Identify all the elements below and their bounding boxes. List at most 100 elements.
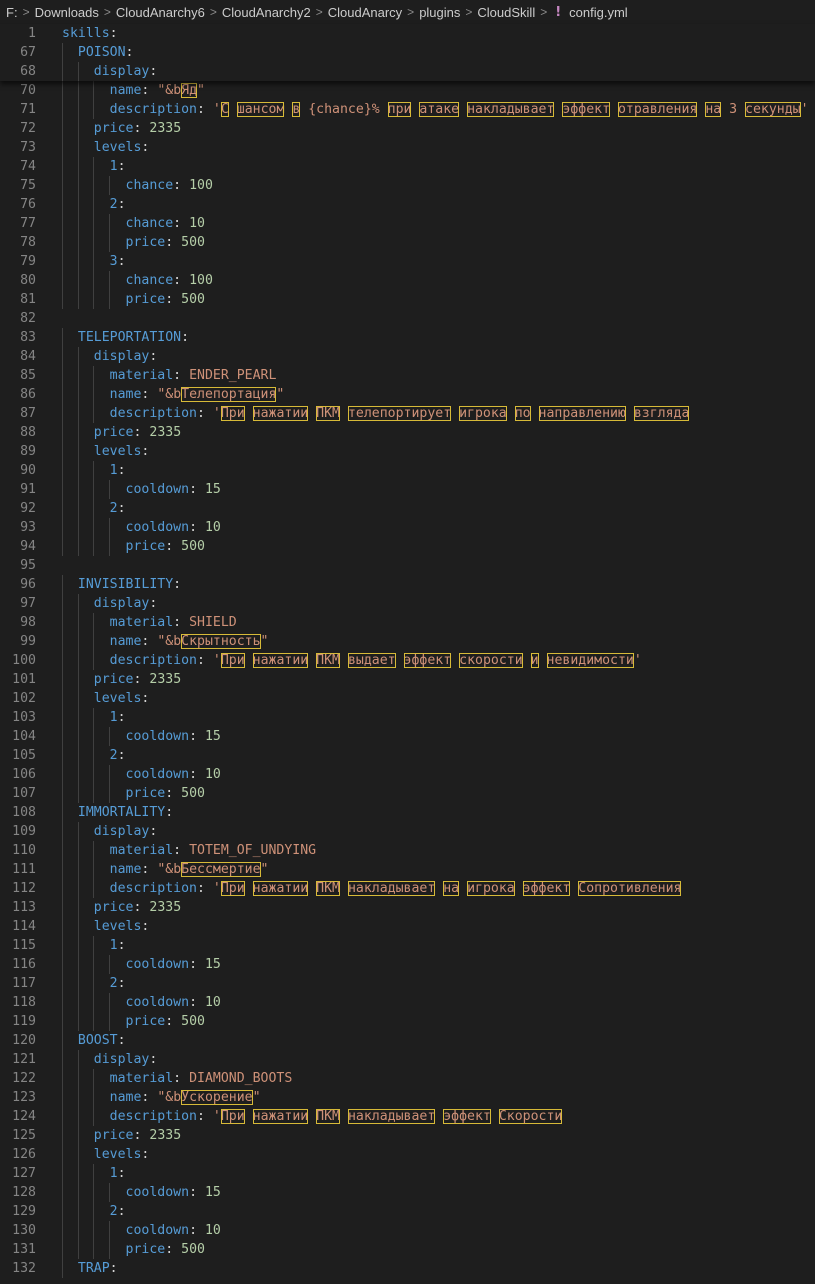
highlighted-word: эффект [562,102,611,117]
indent-guide [77,708,79,727]
indent-guide [62,632,63,651]
indent-guide [77,1183,79,1202]
code-line: 82 [0,309,815,328]
line-code: INVISIBILITY: [62,575,181,594]
string-text [451,653,459,668]
line-number: 76 [20,197,36,212]
indent-guide [62,176,63,195]
code-line: 70 name: "&bЯд" [0,81,815,100]
code-line: 124 description: 'При нажатии ПКМ наклад… [0,1107,815,1126]
code-editor[interactable]: 1 skills: 67 POISON: 68 display: 70 name: "… [0,24,815,1278]
code-line: 95 [0,556,815,575]
yaml-key: levels [93,1147,142,1162]
indent-guide [93,271,94,290]
highlighted-word: накладывает [347,1109,436,1124]
indent-guide [108,784,110,803]
code-line: 75 chance: 100 [0,176,815,195]
indent-guide [77,879,79,898]
string-text: ' [212,1109,221,1124]
highlighted-word: ПКМ [316,881,340,896]
colon: : [173,178,182,193]
line-code: material: DIAMOND_BOOTS [62,1069,292,1088]
number-value: 15 [204,957,221,972]
indent-guide [93,290,94,309]
line-code: 1: [62,461,126,480]
line-number: 115 [12,938,36,953]
line-code: TELEPORTATION: [62,328,189,347]
chevron-right-icon: > [315,5,323,19]
string-text [507,406,515,421]
yaml-key: price [125,1014,166,1029]
string-text: " [252,1090,261,1105]
string-text: ' [212,881,221,896]
string-text [531,406,539,421]
indent-guide [77,404,79,423]
line-number: 131 [12,1242,36,1257]
line-number: 97 [20,596,36,611]
line-number: 87 [20,406,36,421]
colon: : [109,26,118,41]
chevron-right-icon: > [209,5,217,19]
line-number: 132 [12,1261,36,1276]
yaml-key: INVISIBILITY [77,577,174,592]
colon: : [149,349,158,364]
code-line: 116 cooldown: 15 [0,955,815,974]
sticky-line: 1 skills: [0,24,815,43]
string-text: " [276,387,285,402]
code-line: 109 display: [0,822,815,841]
indent-guide [93,81,94,100]
breadcrumb-item-cloudanarcy[interactable]: CloudAnarcy [328,5,402,20]
chevron-right-icon: > [103,5,111,19]
breadcrumb-item-cloudanarchy2[interactable]: CloudAnarchy2 [222,5,311,20]
highlighted-word: ПКМ [316,406,340,421]
breadcrumb-file[interactable]: config.yml [569,5,628,20]
highlighted-word: При [220,1109,245,1124]
line-number: 105 [12,748,36,763]
colon: : [133,121,142,136]
line-number: 108 [12,805,36,820]
indent-guide [62,1202,63,1221]
highlighted-word: эффект [522,881,571,896]
colon: : [141,140,150,155]
string-text: "&b [157,1090,182,1105]
indent-guide [93,651,94,670]
indent-guide [77,727,79,746]
indent-guide [77,442,79,461]
line-number: 81 [20,292,36,307]
line-code: skills: [62,24,118,43]
indent-guide [93,100,94,119]
indent-guide [77,252,79,271]
code-lines[interactable]: 70 name: "&bЯд" 71 description: 'С шансом… [0,81,815,1278]
string-text: " [260,862,269,877]
colon: : [173,615,182,630]
colon: : [117,254,126,269]
breadcrumb-item-downloads[interactable]: Downloads [35,5,99,20]
code-line: 119 price: 500 [0,1012,815,1031]
indent-guide [77,62,79,81]
indent-guide [77,898,79,917]
yaml-key: price [125,235,166,250]
string-text [308,1109,316,1124]
string-text [340,653,348,668]
indent-guide [108,290,110,309]
indent-guide [62,1240,63,1259]
breadcrumb-item-drive[interactable]: F: [6,5,18,20]
indent-guide [77,176,79,195]
code-line: 88 price: 2335 [0,423,815,442]
colon: : [117,1166,126,1181]
string-text: DIAMOND_BOOTS [189,1071,293,1086]
code-line: 105 2: [0,746,815,765]
code-line: 96 INVISIBILITY: [0,575,815,594]
highlighted-word: нажатии [252,1109,309,1124]
number-value: 500 [181,1242,205,1257]
string-text [308,406,316,421]
breadcrumb-item-plugins[interactable]: plugins [419,5,460,20]
code-line: 86 name: "&bТелепортация" [0,385,815,404]
line-number: 125 [12,1128,36,1143]
colon: : [173,577,182,592]
yaml-key: price [93,672,134,687]
breadcrumb-item-cloudanarchy6[interactable]: CloudAnarchy6 [116,5,205,20]
indent-guide [77,1221,79,1240]
breadcrumb-item-cloudskill[interactable]: CloudSkill [477,5,535,20]
sticky-scroll-header[interactable]: 1 skills: 67 POISON: 68 display: [0,24,815,81]
